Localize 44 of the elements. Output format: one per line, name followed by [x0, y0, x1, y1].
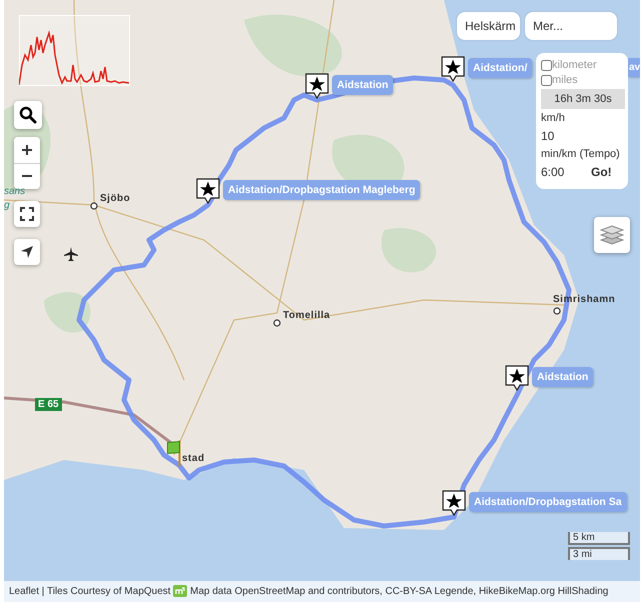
fullscreen-icon: [20, 207, 34, 221]
place-label: Sjöbo: [100, 193, 130, 204]
fullscreen-button[interactable]: [14, 201, 40, 227]
marker-label: Aidstation/Dropbagstation Magleberg: [223, 180, 420, 200]
go-button[interactable]: Go!: [591, 165, 612, 179]
place-label: Simrishamn: [553, 294, 616, 305]
marker-label: Aidstation/Dropbagstation Sa: [469, 492, 627, 512]
search-button[interactable]: [14, 101, 42, 129]
place-label: Tomelilla: [283, 310, 330, 321]
scale-bar: 3 mi: [568, 547, 630, 560]
unit-label: kilometer: [552, 59, 597, 71]
more-button[interactable]: Mer...: [525, 12, 617, 40]
place-label: sans: [4, 186, 26, 197]
tiles-credit: Leaflet | Tiles Courtesy of MapQuest: [9, 586, 171, 597]
town-dot-icon: [90, 202, 98, 210]
unit-checkbox[interactable]: [541, 74, 552, 86]
location-arrow-icon: [20, 245, 34, 259]
scale-bar: 5 km: [568, 532, 630, 545]
town-dot-icon: [553, 307, 561, 315]
duration-readout: 16h 3m 30s: [541, 89, 625, 109]
marker-label: Aidstation/: [468, 58, 532, 78]
locate-button[interactable]: [14, 239, 40, 265]
place-label: stad: [182, 453, 205, 464]
place-label: g: [4, 200, 10, 211]
road-badge: E 65: [35, 398, 62, 411]
speed-label: km/h: [541, 112, 566, 124]
flag-icon: [167, 440, 182, 467]
marker-label: av: [628, 58, 640, 77]
zoom-out-button[interactable]: [14, 163, 40, 189]
layers-button[interactable]: [594, 217, 630, 253]
map-data-credit: Map data OpenStreetMap and contributors, CC-BY-SA Legende, HikeBikeMap.org HillShading: [190, 586, 608, 597]
zoom-in-button[interactable]: [14, 137, 40, 163]
airplane-icon: [63, 246, 79, 262]
unit-checkbox[interactable]: [541, 60, 552, 70]
plus-icon: [21, 144, 33, 156]
layers-icon: [600, 224, 624, 246]
pace-label: min/km (Tempo): [541, 148, 621, 160]
town-dot-icon: [273, 319, 281, 327]
unit-label: miles: [552, 74, 578, 86]
search-icon: [19, 106, 37, 124]
mapquest-logo-icon: [173, 585, 188, 598]
marker-label: Aidstation: [332, 75, 394, 95]
marker-label: Aidstation: [532, 367, 594, 387]
fullscreen-text-button[interactable]: Helskärm: [457, 12, 520, 40]
